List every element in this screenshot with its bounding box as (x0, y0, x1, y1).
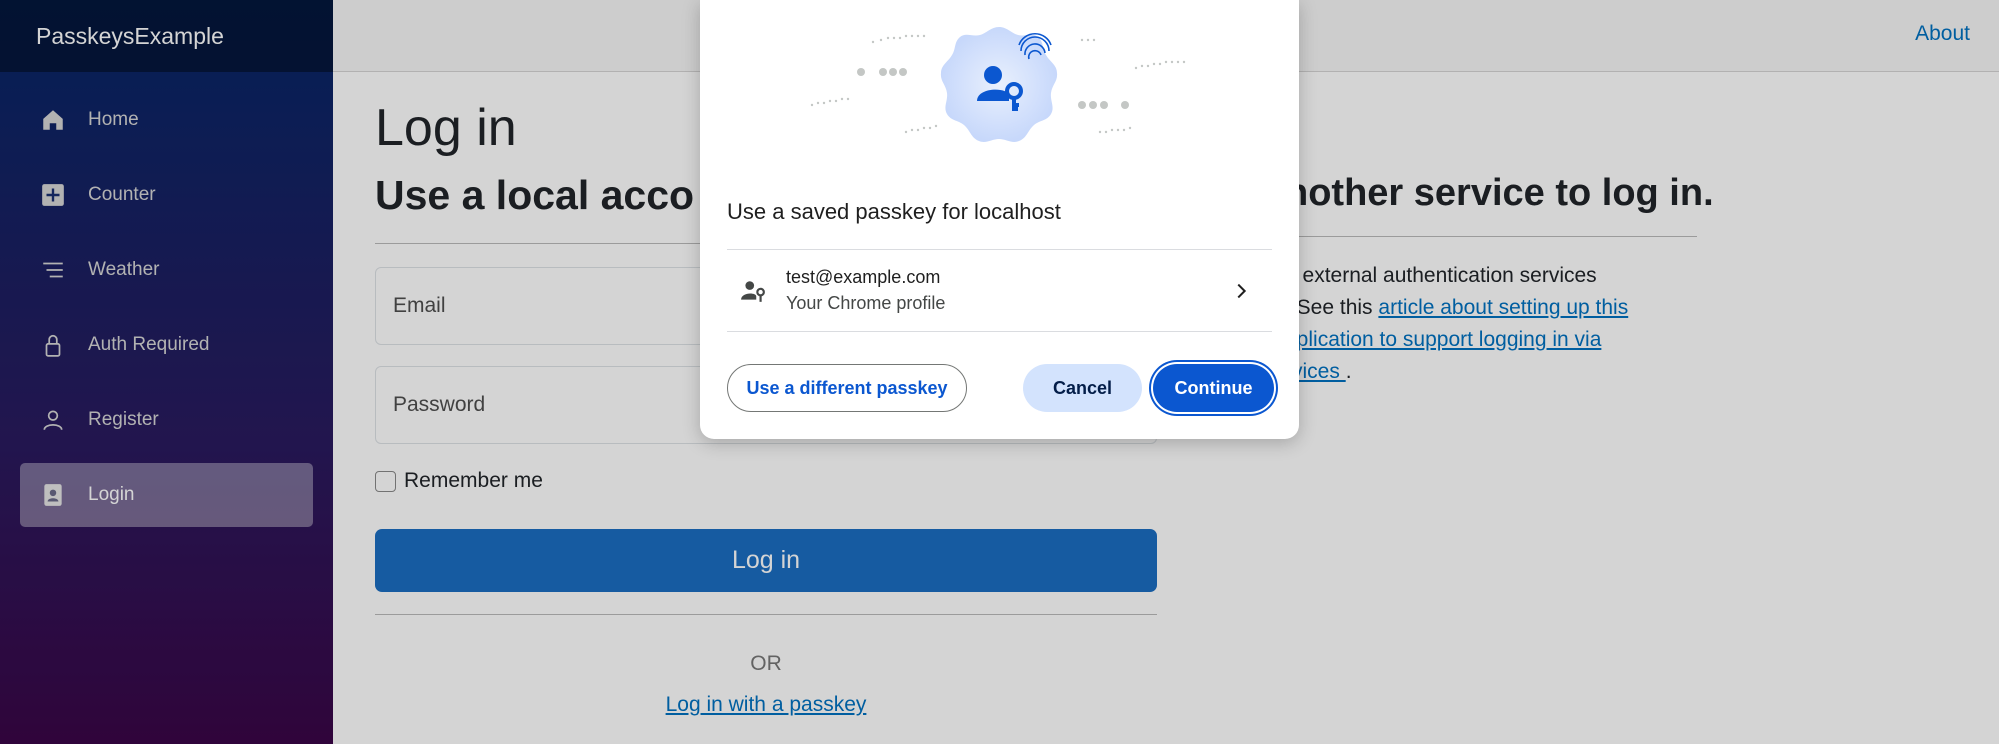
divider (727, 331, 1272, 332)
passkey-illustration (810, 27, 1186, 142)
dialog-title: Use a saved passkey for localhost (727, 199, 1061, 224)
person-key-icon (741, 280, 765, 302)
passkey-account-row[interactable]: test@example.com Your Chrome profile (727, 250, 1272, 331)
account-source: Your Chrome profile (786, 293, 946, 313)
passkey-dialog: Use a saved passkey for localhost test@e… (700, 0, 1299, 439)
cancel-button[interactable]: Cancel (1023, 364, 1142, 412)
chevron-right-icon (1237, 283, 1247, 298)
account-email: test@example.com (786, 267, 941, 287)
use-different-passkey-button[interactable]: Use a different passkey (727, 364, 967, 412)
continue-button[interactable]: Continue (1153, 364, 1274, 412)
account-details: test@example.com Your Chrome profile (786, 267, 1230, 314)
